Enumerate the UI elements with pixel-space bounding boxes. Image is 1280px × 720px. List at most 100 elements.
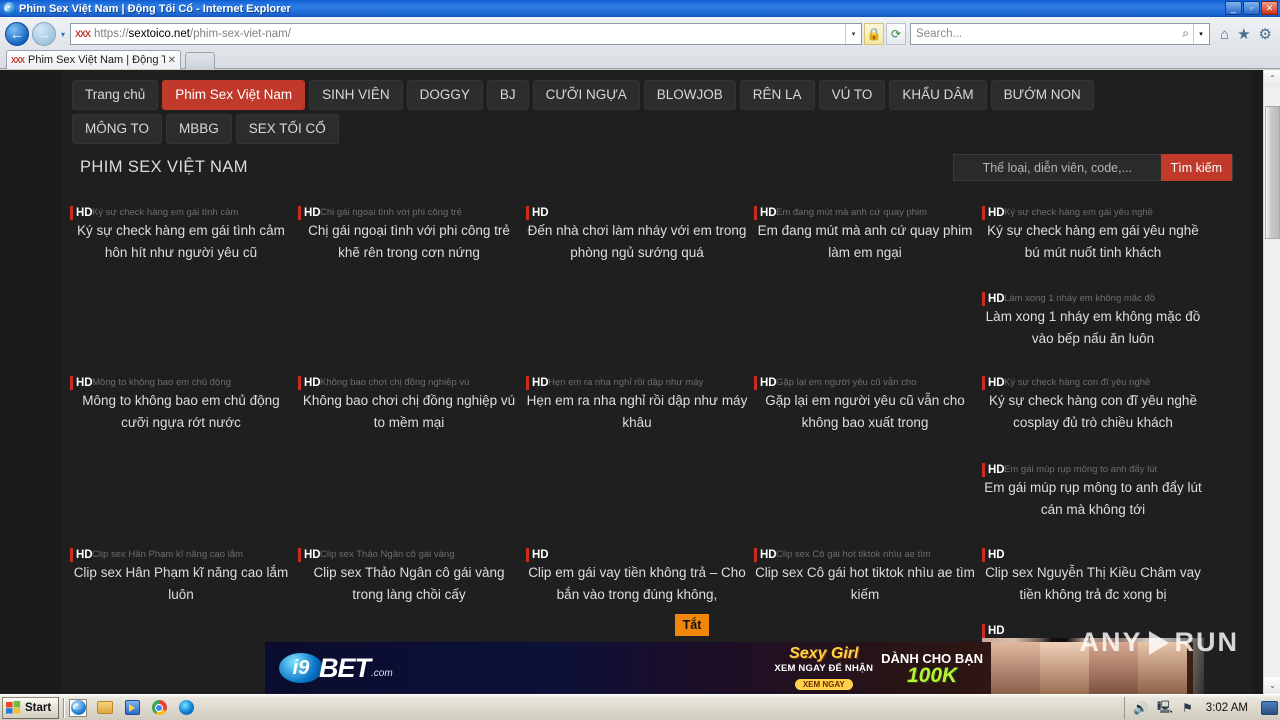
nav-item-bj[interactable]: BJ xyxy=(486,80,529,110)
video-title[interactable]: Clip em gái vay tiền không trả – Cho bắn… xyxy=(526,562,748,606)
video-card[interactable]: HD Em gái múp rụp mông to anh đẩy lút Em… xyxy=(982,463,1204,521)
video-card[interactable]: HD Đến nhà chơi làm nháy với em trong ph… xyxy=(526,206,748,264)
thumbnail-caption: Ký sự check hàng con đĩ yêu nghề xyxy=(1004,377,1151,388)
video-card[interactable]: HD Clip sex Nguyễn Thị Kiều Châm vay tiề… xyxy=(982,548,1204,606)
taskbar-folder-icon[interactable] xyxy=(96,699,114,717)
nav-item-trang-chu[interactable]: Trang chủ xyxy=(72,80,159,110)
hd-badge: HD xyxy=(982,206,1005,220)
taskbar-media-player-icon[interactable] xyxy=(123,699,141,717)
forward-button[interactable]: → xyxy=(32,22,56,46)
video-title[interactable]: Em gái múp rụp mông to anh đẩy lút cán m… xyxy=(982,477,1204,521)
video-card[interactable]: HD Ký sự check hàng em gái yêu nghề Ký s… xyxy=(982,206,1204,264)
new-tab-button[interactable] xyxy=(185,52,215,69)
video-card[interactable]: HD Em đang mút mà anh cứ quay phim Em đa… xyxy=(754,206,976,264)
maximize-button[interactable]: ▫ xyxy=(1243,1,1260,15)
video-title[interactable]: Gặp lại em người yêu cũ vẫn cho không ba… xyxy=(754,390,976,434)
video-card[interactable]: HD Ký sự check hàng con đĩ yêu nghề Ký s… xyxy=(982,376,1204,434)
nav-item-mbbg[interactable]: MBBG xyxy=(166,114,232,144)
refresh-button[interactable]: ⟳ xyxy=(886,23,907,45)
tools-gear-icon[interactable]: ⚙ xyxy=(1259,25,1272,43)
taskbar-edge-icon[interactable] xyxy=(177,699,195,717)
video-card[interactable]: HD Hẹn em ra nha nghỉ rồi dập như máy Hẹ… xyxy=(526,376,748,434)
video-title[interactable]: Mông to không bao em chủ động cưỡi ngựa … xyxy=(70,390,292,434)
video-title[interactable]: Ký sự check hàng con đĩ yêu nghề cosplay… xyxy=(982,390,1204,434)
site-search-button[interactable]: Tìm kiếm xyxy=(1160,154,1232,181)
taskbar-ie-icon[interactable] xyxy=(69,698,88,717)
video-card[interactable]: HD Không bao chơi chị đồng nghiệp vú Khô… xyxy=(298,376,520,434)
video-title[interactable]: Làm xong 1 nháy em không mặc đồ vào bếp … xyxy=(982,306,1204,350)
home-icon[interactable]: ⌂ xyxy=(1220,26,1229,43)
video-card[interactable]: HD Mông to không bao em chủ động Mông to… xyxy=(70,376,292,434)
video-title[interactable]: Hẹn em ra nha nghỉ rồi dập như máy khâu xyxy=(526,390,748,434)
close-button[interactable]: ✕ xyxy=(1261,1,1278,15)
video-title[interactable]: Em đang mút mà anh cứ quay phim làm em n… xyxy=(754,220,976,264)
scroll-up-arrow-icon[interactable]: ⌃ xyxy=(1264,70,1280,87)
ad-close-button[interactable]: Tắt xyxy=(675,614,709,636)
video-card[interactable]: HD Chị gái ngoại tình với phi công trẻ C… xyxy=(298,206,520,264)
nav-item-khau-dam[interactable]: KHẨU DÂM xyxy=(889,80,987,110)
video-card[interactable]: HD Ký sự check hàng em gái tình cảm Ký s… xyxy=(70,206,292,264)
search-icon: ⌕ xyxy=(1182,26,1190,40)
video-card[interactable]: HD Gặp lại em người yêu cũ vẫn cho Gặp l… xyxy=(754,376,976,434)
tab-close-icon[interactable]: ✕ xyxy=(168,55,176,66)
page-scrollbar[interactable]: ⌃ ⌄ xyxy=(1263,70,1280,694)
volume-icon[interactable]: 🔊 xyxy=(1133,701,1148,715)
nav-item-vu-to[interactable]: VÚ TO xyxy=(818,80,886,110)
hd-badge: HD xyxy=(526,206,549,220)
video-title[interactable]: Ký sự check hàng em gái tình cảm hôn hít… xyxy=(70,220,292,264)
nav-item-doggy[interactable]: DOGGY xyxy=(406,80,483,110)
video-title[interactable]: Clip sex Nguyễn Thị Kiều Châm vay tiền k… xyxy=(982,562,1204,606)
recent-pages-dropdown-icon[interactable]: ▾ xyxy=(56,23,70,45)
address-bar[interactable]: XXX https://sextoico.net/phim-sex-viet-n… xyxy=(70,23,863,45)
video-card[interactable]: HD Clip sex Hân Phạm kĩ năng cao lắm Cli… xyxy=(70,548,292,606)
browser-search-input[interactable]: Search... ⌕ ▾ xyxy=(910,23,1211,45)
video-card[interactable]: HD Clip em gái vay tiền không trả – Cho … xyxy=(526,548,748,606)
quick-launch-bar xyxy=(69,698,195,717)
nav-item-blowjob[interactable]: BLOWJOB xyxy=(643,80,736,110)
video-card[interactable]: HD Clip sex Cô gái hot tiktok nhìu ae tì… xyxy=(754,548,976,606)
back-button[interactable]: ← xyxy=(5,22,29,46)
hd-badge: HD xyxy=(982,292,1005,306)
video-card[interactable]: HD Làm xong 1 nháy em không mặc đồ Làm x… xyxy=(982,292,1204,350)
nav-item-cuoi-ngua[interactable]: CƯỠI NGỰA xyxy=(532,80,640,110)
ad-brand-dotcom: .com xyxy=(371,667,393,679)
search-provider-dropdown-icon[interactable]: ▾ xyxy=(1193,24,1208,44)
scrollbar-thumb[interactable] xyxy=(1265,106,1280,239)
minimize-button[interactable]: _ xyxy=(1225,1,1242,15)
browser-tab[interactable]: XXX Phim Sex Việt Nam | Động Tố... ✕ xyxy=(6,50,181,69)
video-title[interactable]: Không bao chơi chị đồng nghiệp vú to mềm… xyxy=(298,390,520,434)
scroll-down-arrow-icon[interactable]: ⌄ xyxy=(1264,677,1280,694)
network-icon[interactable]: 🖳 xyxy=(1157,698,1173,719)
nav-item-phim-sex-viet-nam[interactable]: Phim Sex Việt Nam xyxy=(162,80,306,110)
window-titlebar: Phim Sex Việt Nam | Động Tối Cổ - Intern… xyxy=(0,0,1280,17)
thumbnail-caption: Clip sex Hân Phạm kĩ năng cao lắm xyxy=(92,549,244,560)
video-title[interactable]: Chị gái ngoại tình với phi công trẻ khẽ … xyxy=(298,220,520,264)
taskbar-clock[interactable]: 3:02 AM xyxy=(1206,702,1248,714)
nav-item-mong-to[interactable]: MÔNG TO xyxy=(72,114,163,144)
video-card[interactable]: HD Clip sex Thảo Ngân cô gái vàng Clip s… xyxy=(298,548,520,606)
address-dropdown-icon[interactable]: ▾ xyxy=(845,24,861,44)
thumbnail-caption xyxy=(548,549,744,561)
ad-banner[interactable]: i9 BET .com Sexy Girl XEM NGAY ĐỂ NHẬN X… xyxy=(265,642,1193,694)
taskbar-separator xyxy=(63,697,66,718)
nav-item-buom-non[interactable]: BƯỚM NON xyxy=(990,80,1094,110)
nav-item-ren-la[interactable]: RÊN LA xyxy=(739,80,815,110)
anyrun-watermark: ANY RUN xyxy=(1079,627,1239,658)
site-search-input[interactable]: Thể loại, diễn viên, code,... xyxy=(954,155,1161,180)
video-title[interactable]: Clip sex Cô gái hot tiktok nhìu ae tìm k… xyxy=(754,562,976,606)
start-button[interactable]: Start xyxy=(2,696,60,719)
video-title[interactable]: Clip sex Thảo Ngân cô gái vàng trong làn… xyxy=(298,562,520,606)
ssl-lock-icon[interactable]: 🔒 xyxy=(864,23,885,45)
nav-item-sex-toi-co[interactable]: SEX TỐI CỔ xyxy=(235,114,339,144)
flag-icon[interactable]: ⚑ xyxy=(1182,701,1193,715)
nav-item-sinh-vien[interactable]: SINH VIÊN xyxy=(309,80,403,110)
ad-cta-button[interactable]: XEM NGAY xyxy=(794,678,853,690)
video-title[interactable]: Ký sự check hàng em gái yêu nghề bú mút … xyxy=(982,220,1204,264)
favorites-star-icon[interactable]: ★ xyxy=(1237,25,1250,43)
video-title[interactable]: Clip sex Hân Phạm kĩ năng cao lắm luôn xyxy=(70,562,292,606)
ad-brand-bet: BET xyxy=(319,652,371,683)
video-title[interactable]: Đến nhà chơi làm nháy với em trong phòng… xyxy=(526,220,748,264)
show-desktop-icon[interactable] xyxy=(1261,701,1278,715)
hd-badge: HD xyxy=(754,206,777,220)
taskbar-chrome-icon[interactable] xyxy=(150,699,168,717)
